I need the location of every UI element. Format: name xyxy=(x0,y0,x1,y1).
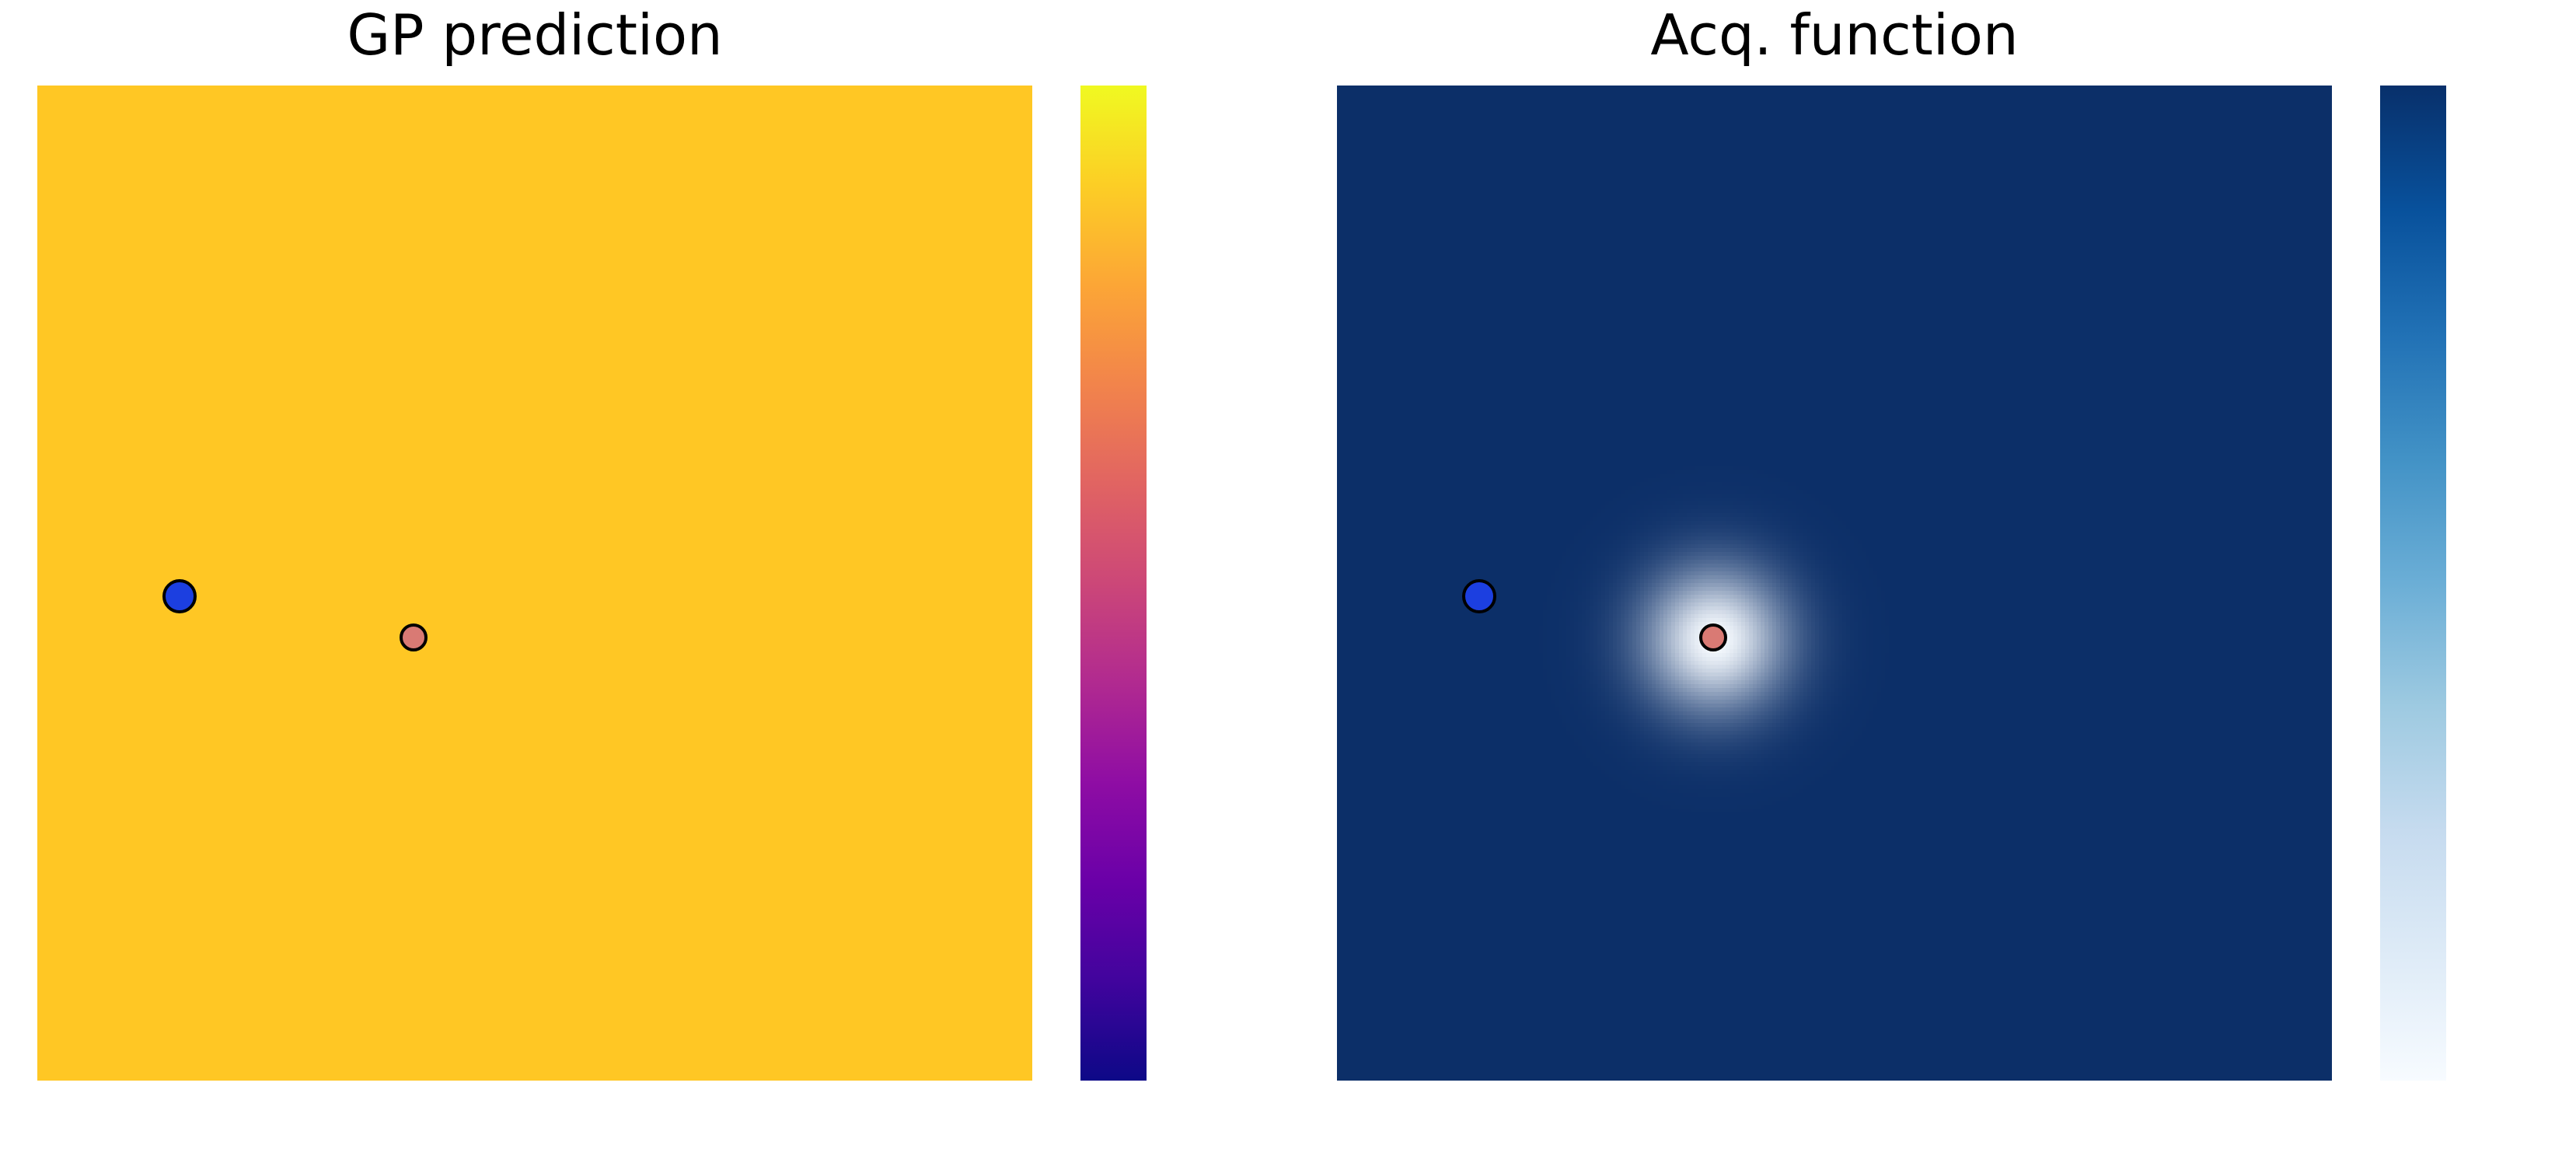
right-panel-title: Acq. function xyxy=(1337,0,2332,70)
proposed-point-red-icon xyxy=(400,623,428,651)
context-point-blue-icon xyxy=(162,579,197,613)
right-panel xyxy=(1337,86,2332,1081)
left-panel xyxy=(37,86,1032,1081)
context-point-blue-icon xyxy=(1462,579,1496,613)
right-colorbar xyxy=(2380,86,2446,1081)
plasma-colorbar-icon xyxy=(1080,86,1147,1081)
blues-colorbar-icon xyxy=(2380,86,2446,1081)
left-panel-title: GP prediction xyxy=(37,0,1032,70)
left-colorbar xyxy=(1080,86,1147,1081)
proposed-point-red-icon xyxy=(1699,623,1727,651)
figure-root: GP prediction xyxy=(0,0,2576,1163)
